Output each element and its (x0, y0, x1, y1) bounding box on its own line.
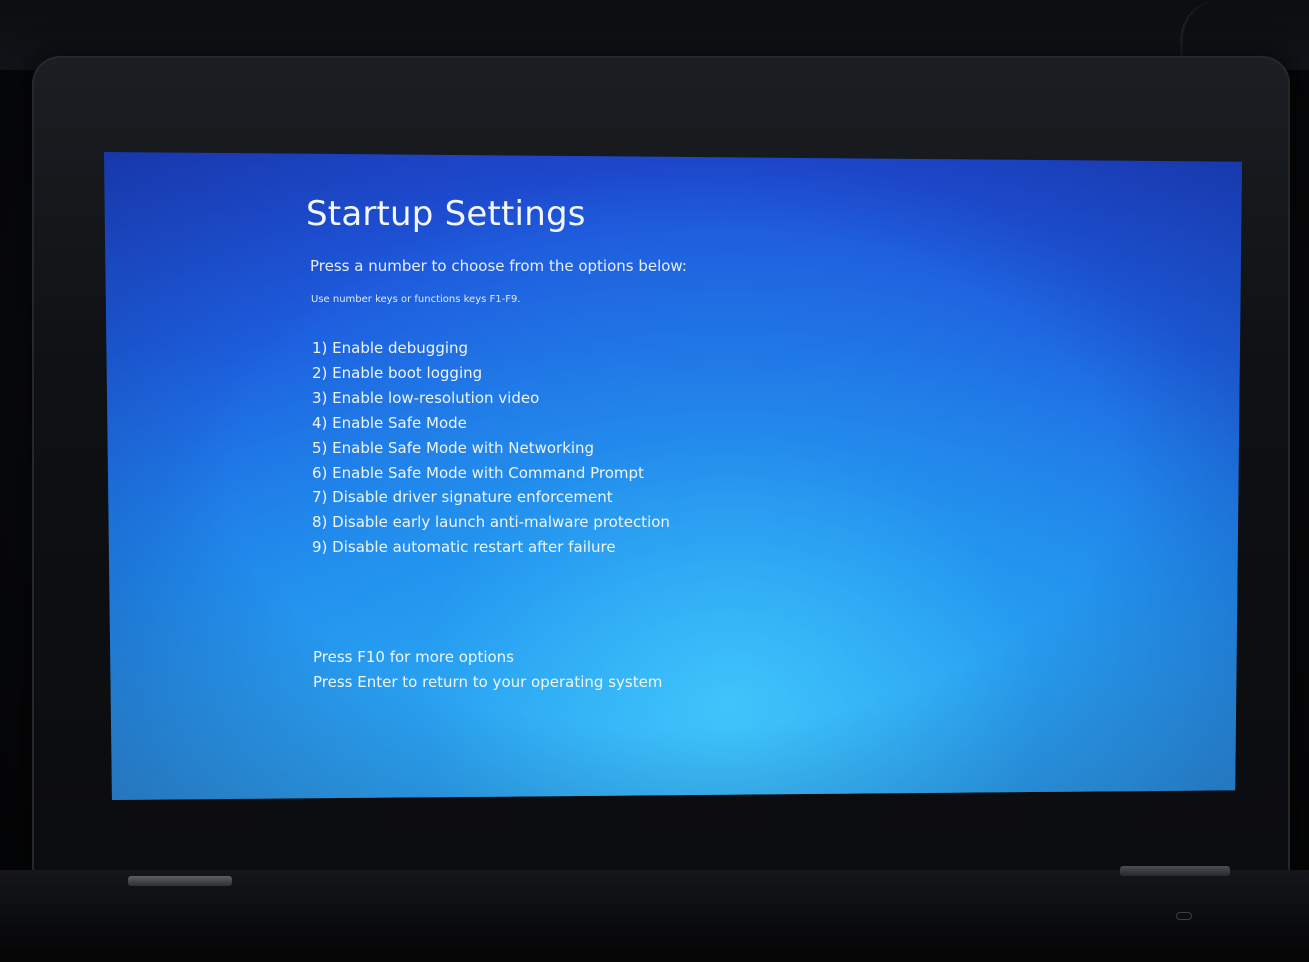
option-safe-mode-networking[interactable]: 5) Enable Safe Mode with Networking (312, 436, 670, 461)
option-safe-mode-command-prompt[interactable]: 6) Enable Safe Mode with Command Prompt (312, 461, 670, 486)
option-disable-elam[interactable]: 8) Disable early launch anti-malware pro… (312, 510, 670, 535)
option-enable-safe-mode[interactable]: 4) Enable Safe Mode (312, 411, 670, 436)
hinge-left (128, 876, 232, 886)
option-enable-boot-logging[interactable]: 2) Enable boot logging (312, 361, 670, 386)
hinge-right (1120, 866, 1230, 876)
option-enable-debugging[interactable]: 1) Enable debugging (312, 336, 670, 361)
power-indicator-icon (1176, 912, 1192, 920)
startup-settings-screen: Startup Settings Press a number to choos… (104, 152, 1242, 800)
page-title: Startup Settings (306, 194, 586, 234)
return-to-os-text[interactable]: Press Enter to return to your operating … (313, 670, 662, 695)
footer-instructions: Press F10 for more options Press Enter t… (313, 645, 662, 695)
option-disable-driver-signature[interactable]: 7) Disable driver signature enforcement (312, 485, 670, 510)
more-options-text[interactable]: Press F10 for more options (313, 645, 662, 670)
key-hint-text: Use number keys or functions keys F1-F9. (311, 294, 521, 305)
option-enable-low-resolution-video[interactable]: 3) Enable low-resolution video (312, 386, 670, 411)
startup-options-list: 1) Enable debugging 2) Enable boot loggi… (312, 336, 670, 560)
photo-of-laptop: Startup Settings Press a number to choos… (0, 0, 1309, 962)
option-disable-auto-restart[interactable]: 9) Disable automatic restart after failu… (312, 535, 670, 560)
screen-vignette (104, 152, 1242, 800)
instruction-text: Press a number to choose from the option… (310, 257, 687, 275)
